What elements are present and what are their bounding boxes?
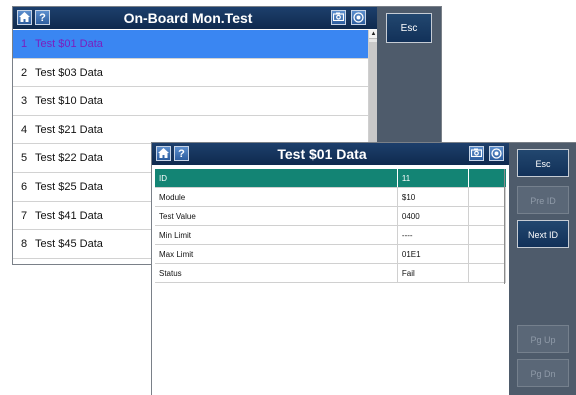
record-icon[interactable]: [489, 146, 504, 161]
list-item[interactable]: 4 Test $21 Data: [13, 116, 368, 145]
camera-icon[interactable]: [331, 10, 346, 25]
list-item[interactable]: 3 Test $10 Data: [13, 87, 368, 116]
table-cell: Min Limit: [155, 225, 398, 245]
table-cell: ----: [397, 225, 469, 245]
table-cell: 0400: [397, 206, 469, 226]
table-cell: [468, 206, 507, 226]
table-header-row: ID 11: [155, 169, 507, 188]
list-item[interactable]: 2 Test $03 Data: [13, 59, 368, 88]
esc-button[interactable]: Esc: [517, 149, 569, 177]
next-id-button[interactable]: Next ID: [517, 220, 569, 248]
table-row: Max Limit 01E1: [155, 244, 507, 264]
table-cell: 01E1: [397, 244, 469, 264]
pg-dn-button[interactable]: Pg Dn: [517, 359, 569, 387]
table-cell: Status: [155, 263, 398, 283]
pg-up-button[interactable]: Pg Up: [517, 325, 569, 353]
table-row: Min Limit ----: [155, 225, 507, 245]
table-cell: 11: [397, 169, 469, 188]
home-icon[interactable]: [156, 146, 171, 161]
table-cell: [468, 187, 507, 207]
window-title: Test $01 Data: [277, 146, 367, 162]
title-bar: ? On-Board Mon.Test: [13, 7, 377, 29]
table-cell: $10: [397, 187, 469, 207]
table-cell: [468, 263, 507, 283]
table-cell: Test Value: [155, 206, 398, 226]
table-cell: ID: [155, 169, 398, 188]
test-data-window: ? Test $01 Data ID 11 Module $10 Test Va…: [151, 142, 576, 395]
data-table: ID 11 Module $10 Test Value 0400 Min Lim…: [155, 169, 507, 283]
table-cell: [468, 169, 507, 188]
table-cell: Module: [155, 187, 398, 207]
record-icon[interactable]: [351, 10, 366, 25]
table-cell: [468, 244, 507, 264]
table-row: Module $10: [155, 187, 507, 207]
title-bar: ? Test $01 Data: [152, 143, 509, 165]
table-row: Test Value 0400: [155, 206, 507, 226]
side-panel: Esc Pre ID Next ID Pg Up Pg Dn: [509, 143, 576, 395]
home-icon[interactable]: [17, 10, 32, 25]
table-row: Status Fail: [155, 263, 507, 283]
esc-button[interactable]: Esc: [386, 13, 432, 43]
help-icon[interactable]: ?: [35, 10, 50, 25]
pre-id-button[interactable]: Pre ID: [517, 186, 569, 214]
list-item[interactable]: 1 Test $01 Data: [13, 30, 368, 59]
table-cell: Fail: [397, 263, 469, 283]
table-cell: Max Limit: [155, 244, 398, 264]
window-title: On-Board Mon.Test: [123, 10, 253, 26]
help-icon[interactable]: ?: [174, 146, 189, 161]
camera-icon[interactable]: [469, 146, 484, 161]
table-cell: [468, 225, 507, 245]
